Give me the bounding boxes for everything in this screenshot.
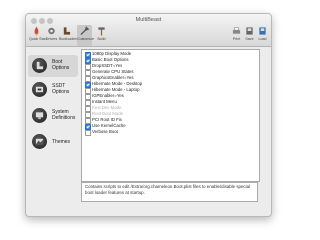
build-label: Build — [97, 37, 106, 41]
drivers-button[interactable]: Drivers — [44, 25, 59, 46]
option-item[interactable]: Verbose Boot — [85, 129, 255, 136]
quick-start-label: Quick Start — [29, 37, 47, 41]
hammer-icon — [98, 27, 105, 36]
gear-icon — [48, 27, 55, 35]
sidebar-item-boot-options[interactable]: Boot Options — [28, 55, 78, 77]
window-title: MultiBeast — [135, 17, 162, 23]
themes-icon — [32, 134, 47, 149]
save-icon — [246, 27, 253, 35]
window-titlebar: MultiBeast Quick Start Drivers Bootloade… — [26, 14, 271, 47]
boot-icon — [63, 27, 71, 35]
system-definitions-icon — [32, 108, 47, 123]
load-label: Load — [258, 37, 267, 41]
sidebar-item-system-definitions[interactable]: System Definitions — [28, 105, 78, 127]
rocket-icon — [34, 26, 39, 36]
customize-label: Customize — [77, 37, 94, 41]
wrench-icon — [80, 26, 89, 36]
customize-button[interactable]: Customize — [77, 25, 94, 46]
sidebar-item-label: Themes — [52, 139, 71, 145]
sidebar: Boot Options SSDT Options System Definit… — [26, 47, 78, 216]
load-icon — [259, 27, 266, 35]
bootloaders-label: Bootloaders — [59, 37, 79, 41]
sidebar-item-label: System Definitions — [52, 109, 76, 121]
boot-options-icon — [32, 58, 47, 73]
print-icon — [232, 27, 241, 34]
load-button[interactable]: Load — [255, 25, 270, 46]
drivers-label: Drivers — [45, 37, 58, 41]
option-description: Contains scripts to edit /Extra/org.cham… — [81, 182, 258, 202]
bootloaders-button[interactable]: Bootloaders — [59, 25, 79, 46]
options-list: 1080p Display Mode Basic Boot Options Dr… — [81, 49, 260, 182]
app-window: MultiBeast Quick Start Drivers Bootloade… — [25, 13, 272, 217]
sidebar-item-label: Boot Options — [52, 59, 70, 71]
option-label: Verbose Boot — [92, 129, 118, 134]
sidebar-item-themes[interactable]: Themes — [28, 131, 78, 153]
build-button[interactable]: Build — [94, 25, 109, 46]
quick-start-button[interactable]: Quick Start — [29, 25, 47, 46]
sidebar-item-label: SSDT Options — [52, 83, 70, 95]
ssdt-options-icon — [32, 82, 47, 97]
sidebar-item-ssdt-options[interactable]: SSDT Options — [28, 79, 78, 101]
checkbox[interactable] — [85, 130, 91, 136]
